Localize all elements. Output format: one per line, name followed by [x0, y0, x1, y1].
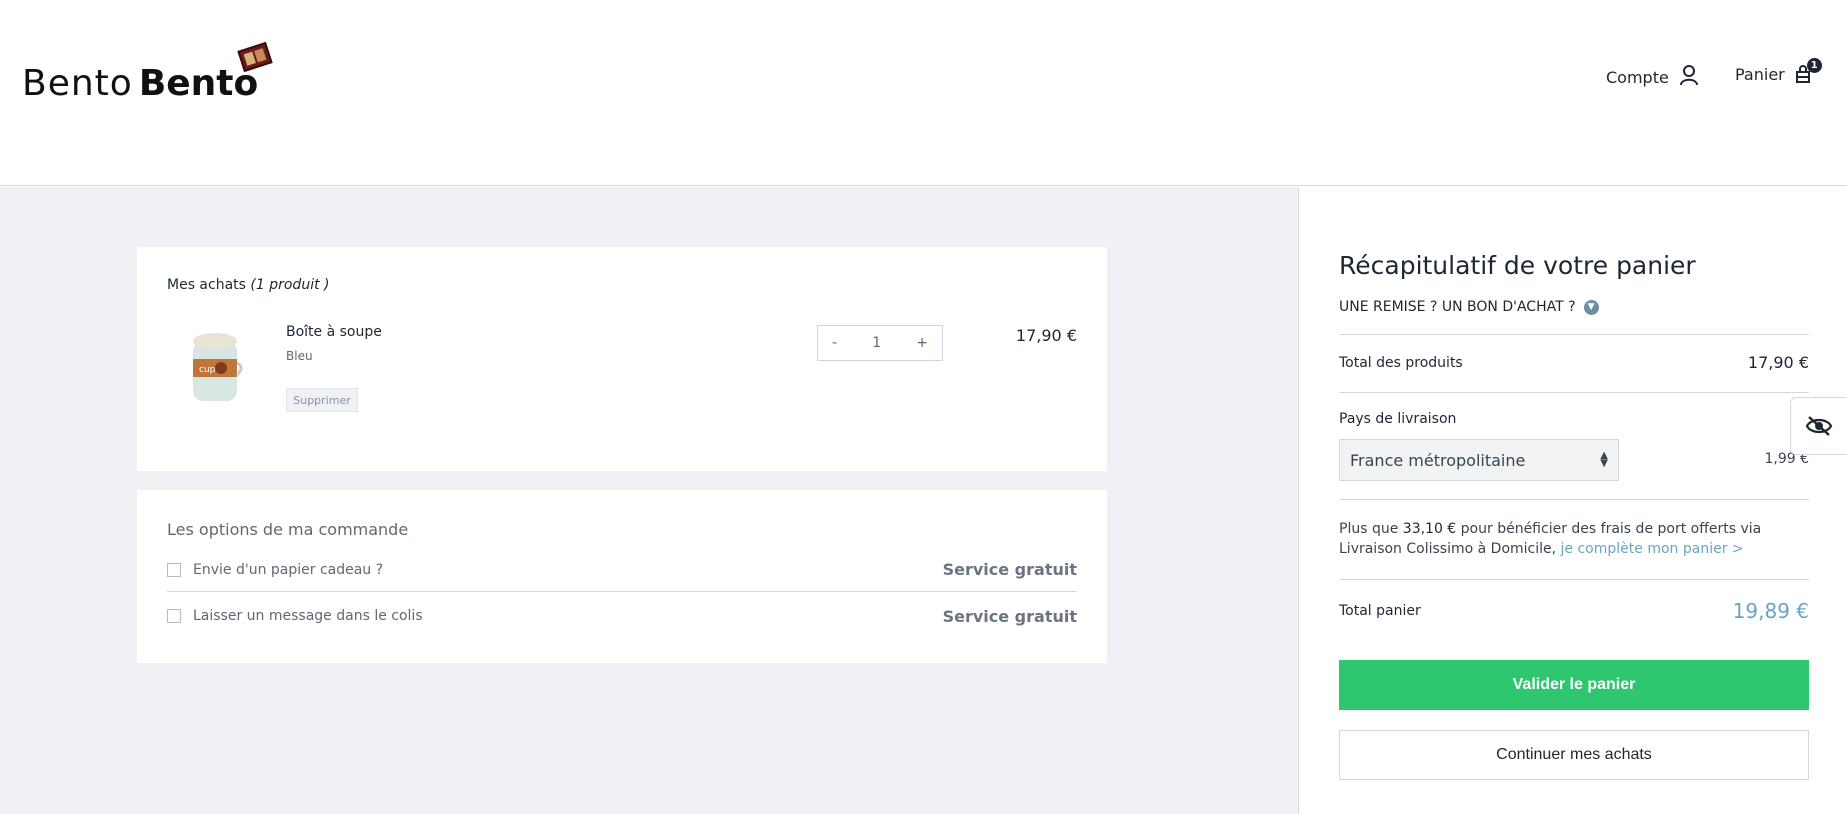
option-message[interactable]: Laisser un message dans le colis Service…	[167, 596, 1077, 636]
summary-title: Récapitulatif de votre panier	[1339, 251, 1696, 280]
quantity-value[interactable]: 1	[872, 335, 881, 351]
logo-text-bold: Bento	[138, 63, 259, 104]
logo-text-light: Bento	[22, 63, 133, 104]
cart-count-text: (1 produit )	[250, 277, 330, 293]
site-header: Bento Bento Compte Panier 1	[0, 0, 1847, 186]
gift-wrap-checkbox[interactable]	[167, 562, 181, 577]
message-checkbox[interactable]	[167, 609, 181, 623]
divider	[1339, 499, 1809, 500]
cart-total-value: 19,89 €	[1732, 599, 1809, 623]
chevron-down-icon: ▼	[1583, 299, 1599, 315]
country-select[interactable]: France métropolitaine ▲ ▼	[1339, 439, 1619, 481]
option-label[interactable]: Laisser un message dans le colis	[193, 608, 943, 624]
decrease-quantity-button[interactable]: -	[832, 335, 837, 351]
product-price: 17,90 €	[1015, 326, 1077, 345]
products-total-value: 17,90 €	[1747, 353, 1809, 372]
cart-title-text: Mes achats	[167, 277, 246, 293]
discount-toggle[interactable]: UNE REMISE ? UN BON D'ACHAT ? ▼	[1339, 299, 1599, 315]
country-value: France métropolitaine	[1350, 450, 1526, 470]
cart-title: Mes achats (1 produit )	[167, 277, 329, 293]
quantity-stepper: - 1 +	[817, 325, 943, 361]
cart-main: Mes achats (1 produit ) cup Boîte à soup…	[0, 187, 1298, 814]
option-label[interactable]: Envie d'un papier cadeau ?	[193, 562, 943, 578]
complete-cart-link[interactable]: je complète mon panier >	[1561, 541, 1744, 557]
products-total-label: Total des produits	[1339, 354, 1463, 371]
option-gift-wrap[interactable]: Envie d'un papier cadeau ? Service gratu…	[167, 548, 1077, 592]
logo[interactable]: Bento Bento	[22, 41, 273, 104]
eye-slash-icon[interactable]	[1790, 397, 1847, 455]
bag-icon: 1	[1795, 58, 1822, 84]
order-options-card: Les options de ma commande Envie d'un pa…	[137, 490, 1107, 663]
bento-box-logo-icon	[237, 41, 273, 73]
product-variant: Bleu	[286, 349, 313, 363]
country-label: Pays de livraison	[1339, 411, 1457, 427]
product-image[interactable]: cup	[187, 327, 243, 407]
svg-text:cup: cup	[199, 365, 216, 375]
divider	[1339, 334, 1809, 335]
continue-shopping-button[interactable]: Continuer mes achats	[1339, 730, 1809, 780]
option-price: Service gratuit	[942, 560, 1077, 579]
user-icon	[1679, 64, 1699, 90]
cart-count-badge: 1	[1806, 58, 1822, 73]
cart-total-label: Total panier	[1339, 603, 1421, 619]
cart-link[interactable]: Panier 1	[1735, 58, 1822, 84]
options-title: Les options de ma commande	[167, 520, 409, 539]
cart-products-card: Mes achats (1 produit ) cup Boîte à soup…	[137, 247, 1107, 471]
discount-label: UNE REMISE ? UN BON D'ACHAT ?	[1339, 299, 1576, 315]
validate-cart-button[interactable]: Valider le panier	[1339, 660, 1809, 710]
updown-icon: ▲ ▼	[1600, 450, 1608, 469]
free-shipping-prefix: Plus que	[1339, 521, 1403, 537]
cart-label: Panier	[1735, 64, 1785, 84]
products-total-row: Total des produits 17,90 €	[1339, 353, 1809, 372]
free-shipping-amount: 33,10 €	[1402, 521, 1457, 537]
free-shipping-notice: Plus que 33,10 € pour bénéficier des fra…	[1339, 519, 1809, 559]
product-name[interactable]: Boîte à soupe	[286, 324, 382, 340]
cart-total-row: Total panier 19,89 €	[1339, 599, 1809, 623]
cart-summary: Récapitulatif de votre panier UNE REMISE…	[1298, 187, 1847, 814]
account-label: Compte	[1606, 67, 1669, 87]
increase-quantity-button[interactable]: +	[916, 335, 928, 351]
remove-button[interactable]: Supprimer	[286, 388, 358, 412]
divider	[1339, 579, 1809, 580]
divider	[1339, 392, 1809, 393]
option-price: Service gratuit	[942, 606, 1077, 626]
account-link[interactable]: Compte	[1606, 64, 1699, 90]
